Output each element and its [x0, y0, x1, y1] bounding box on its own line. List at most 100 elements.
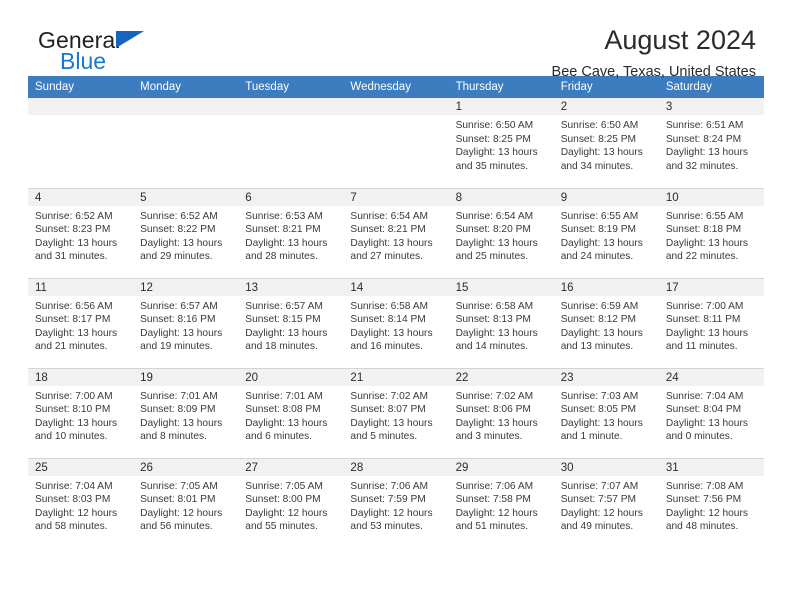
sunset-text: Sunset: 7:59 PM: [350, 494, 426, 506]
daylight-text-line2: and 34 minutes.: [560, 160, 634, 172]
day-cell[interactable]: 4 Sunrise: 6:52 AM Sunset: 8:23 PM Daylight…: [28, 187, 134, 278]
daylight-text-line2: and 11 minutes.: [665, 341, 738, 353]
daylight-text-line1: Daylight: 13 hours: [140, 327, 223, 339]
day-cell[interactable]: 9 Sunrise: 6:55 AM Sunset: 8:19 PM Daylight…: [553, 187, 659, 278]
day-cell[interactable]: 22 Sunrise: 7:02 AM Sunset: 8:06 PM Dayligh…: [448, 367, 554, 458]
day-cell[interactable]: [28, 98, 134, 188]
blue-triangle-flag-icon: [116, 31, 144, 48]
daylight-text-line1: Daylight: 12 hours: [665, 507, 748, 519]
day-details: Sunrise: 7:01 AM Sunset: 8:09 PM Daylight:…: [133, 386, 238, 444]
page-subtitle: Bee Cave, Texas, United States: [551, 64, 756, 81]
day-cell[interactable]: 28 Sunrise: 7:06 AM Sunset: 7:59 PM Dayligh…: [343, 457, 449, 548]
day-cell[interactable]: 23 Sunrise: 7:03 AM Sunset: 8:05 PM Dayligh…: [553, 367, 659, 458]
daylight-text-line1: Daylight: 12 hours: [455, 507, 538, 519]
day-details: Sunrise: 6:56 AM Sunset: 8:17 PM Daylight:…: [28, 296, 133, 354]
daylight-text-line1: Daylight: 13 hours: [560, 237, 643, 249]
day-number: 25: [28, 458, 134, 476]
day-number: 17: [658, 278, 764, 296]
day-cell[interactable]: 29 Sunrise: 7:06 AM Sunset: 7:58 PM Dayligh…: [448, 457, 554, 548]
sunrise-text: Sunrise: 7:03 AM: [560, 390, 639, 402]
day-cell[interactable]: 8 Sunrise: 6:54 AM Sunset: 8:20 PM Daylight…: [448, 187, 554, 278]
day-cell[interactable]: 2 Sunrise: 6:50 AM Sunset: 8:25 PM Daylight…: [553, 98, 659, 188]
daylight-text-line2: and 18 minutes.: [245, 341, 318, 353]
day-cell[interactable]: 20 Sunrise: 7:01 AM Sunset: 8:08 PM Dayligh…: [238, 367, 344, 458]
day-cell[interactable]: 19 Sunrise: 7:01 AM Sunset: 8:09 PM Dayligh…: [133, 367, 239, 458]
sunset-text: Sunset: 8:25 PM: [455, 133, 531, 145]
calendar-week-row: 25 Sunrise: 7:04 AM Sunset: 8:03 PM Dayligh…: [28, 457, 764, 548]
day-cell[interactable]: [238, 98, 344, 188]
day-cell[interactable]: [343, 98, 449, 188]
day-details: Sunrise: 6:55 AM Sunset: 8:18 PM Daylight:…: [659, 206, 764, 264]
sunset-text: Sunset: 7:57 PM: [560, 494, 637, 506]
day-cell[interactable]: 7 Sunrise: 6:54 AM Sunset: 8:21 PM Daylight…: [343, 187, 449, 278]
day-cell[interactable]: 17 Sunrise: 7:00 AM Sunset: 8:11 PM Dayligh…: [658, 277, 764, 368]
daylight-text-line2: and 24 minutes.: [560, 251, 634, 263]
daylight-text-line1: Daylight: 13 hours: [665, 327, 748, 339]
day-cell[interactable]: 21 Sunrise: 7:02 AM Sunset: 8:07 PM Dayligh…: [343, 367, 449, 458]
day-details: Sunrise: 6:53 AM Sunset: 8:21 PM Daylight:…: [238, 206, 343, 264]
sunset-text: Sunset: 8:13 PM: [455, 314, 531, 326]
day-cell[interactable]: 18 Sunrise: 7:00 AM Sunset: 8:10 PM Dayligh…: [28, 367, 134, 458]
sunrise-text: Sunrise: 7:02 AM: [455, 390, 534, 402]
day-cell[interactable]: 26 Sunrise: 7:05 AM Sunset: 8:01 PM Dayligh…: [133, 457, 239, 548]
daylight-text-line2: and 21 minutes.: [35, 341, 108, 353]
day-details: Sunrise: 6:58 AM Sunset: 8:14 PM Daylight:…: [343, 296, 448, 354]
day-cell[interactable]: 25 Sunrise: 7:04 AM Sunset: 8:03 PM Dayligh…: [28, 457, 134, 548]
day-details: Sunrise: 7:06 AM Sunset: 7:59 PM Daylight:…: [343, 476, 448, 534]
day-details: Sunrise: 7:03 AM Sunset: 8:05 PM Daylight:…: [554, 386, 659, 444]
day-details: Sunrise: 7:05 AM Sunset: 8:01 PM Daylight:…: [133, 476, 238, 534]
day-details: Sunrise: 7:06 AM Sunset: 7:58 PM Daylight:…: [449, 476, 554, 534]
sunrise-text: Sunrise: 6:54 AM: [455, 210, 534, 222]
calendar-week-row: 4 Sunrise: 6:52 AM Sunset: 8:23 PM Daylight…: [28, 187, 764, 278]
day-number: 31: [658, 458, 764, 476]
sunset-text: Sunset: 8:21 PM: [350, 224, 426, 236]
day-number: 19: [133, 368, 239, 386]
daylight-text-line1: Daylight: 12 hours: [35, 507, 118, 519]
sunrise-text: Sunrise: 6:58 AM: [455, 300, 534, 312]
brand-logo[interactable]: General Blue: [28, 26, 218, 82]
daylight-text-line2: and 28 minutes.: [245, 251, 318, 263]
sunset-text: Sunset: 8:01 PM: [140, 494, 216, 506]
daylight-text-line1: Daylight: 13 hours: [560, 147, 643, 159]
sunset-text: Sunset: 8:17 PM: [35, 314, 111, 326]
day-cell[interactable]: 12 Sunrise: 6:57 AM Sunset: 8:16 PM Dayligh…: [133, 277, 239, 368]
day-number: 15: [448, 278, 554, 296]
daylight-text-line2: and 58 minutes.: [35, 521, 108, 533]
day-cell[interactable]: 10 Sunrise: 6:55 AM Sunset: 8:18 PM Dayligh…: [658, 187, 764, 278]
day-number: 26: [133, 458, 239, 476]
daylight-text-line2: and 10 minutes.: [35, 431, 108, 443]
day-cell[interactable]: 6 Sunrise: 6:53 AM Sunset: 8:21 PM Daylight…: [238, 187, 344, 278]
day-cell[interactable]: 16 Sunrise: 6:59 AM Sunset: 8:12 PM Dayligh…: [553, 277, 659, 368]
day-number: 24: [658, 368, 764, 386]
day-number: 22: [448, 368, 554, 386]
day-cell[interactable]: 27 Sunrise: 7:05 AM Sunset: 8:00 PM Dayligh…: [238, 457, 344, 548]
day-number: 7: [343, 188, 449, 206]
day-cell[interactable]: 24 Sunrise: 7:04 AM Sunset: 8:04 PM Dayligh…: [658, 367, 764, 458]
day-number: 28: [343, 458, 449, 476]
daylight-text-line1: Daylight: 13 hours: [35, 237, 118, 249]
day-number: 27: [238, 458, 344, 476]
daylight-text-line2: and 27 minutes.: [350, 251, 423, 263]
daylight-text-line2: and 32 minutes.: [665, 160, 739, 172]
calendar-week-row: 18 Sunrise: 7:00 AM Sunset: 8:10 PM Dayligh…: [28, 367, 764, 458]
calendar-body: 1 Sunrise: 6:50 AM Sunset: 8:25 PM Daylight…: [28, 98, 764, 548]
day-cell[interactable]: 13 Sunrise: 6:57 AM Sunset: 8:15 PM Dayligh…: [238, 277, 344, 368]
day-cell[interactable]: 11 Sunrise: 6:56 AM Sunset: 8:17 PM Dayligh…: [28, 277, 134, 368]
day-details: Sunrise: 6:52 AM Sunset: 8:22 PM Daylight:…: [133, 206, 238, 264]
daylight-text-line1: Daylight: 13 hours: [140, 417, 223, 429]
day-cell[interactable]: 30 Sunrise: 7:07 AM Sunset: 7:57 PM Dayligh…: [553, 457, 659, 548]
daylight-text-line1: Daylight: 13 hours: [665, 147, 748, 159]
day-cell[interactable]: 14 Sunrise: 6:58 AM Sunset: 8:14 PM Dayligh…: [343, 277, 449, 368]
day-cell[interactable]: [133, 98, 239, 188]
day-cell[interactable]: 1 Sunrise: 6:50 AM Sunset: 8:25 PM Daylight…: [448, 98, 554, 188]
day-cell[interactable]: 15 Sunrise: 6:58 AM Sunset: 8:13 PM Dayligh…: [448, 277, 554, 368]
sunrise-text: Sunrise: 7:02 AM: [350, 390, 429, 402]
day-cell[interactable]: 31 Sunrise: 7:08 AM Sunset: 7:56 PM Dayligh…: [658, 457, 764, 548]
sunset-text: Sunset: 8:11 PM: [665, 314, 741, 326]
day-details: [133, 115, 238, 119]
daylight-text-line1: Daylight: 13 hours: [140, 237, 223, 249]
day-cell[interactable]: 3 Sunrise: 6:51 AM Sunset: 8:24 PM Daylight…: [658, 98, 764, 188]
sunset-text: Sunset: 8:08 PM: [245, 404, 321, 416]
day-cell[interactable]: 5 Sunrise: 6:52 AM Sunset: 8:22 PM Daylight…: [133, 187, 239, 278]
sunset-text: Sunset: 8:09 PM: [140, 404, 216, 416]
